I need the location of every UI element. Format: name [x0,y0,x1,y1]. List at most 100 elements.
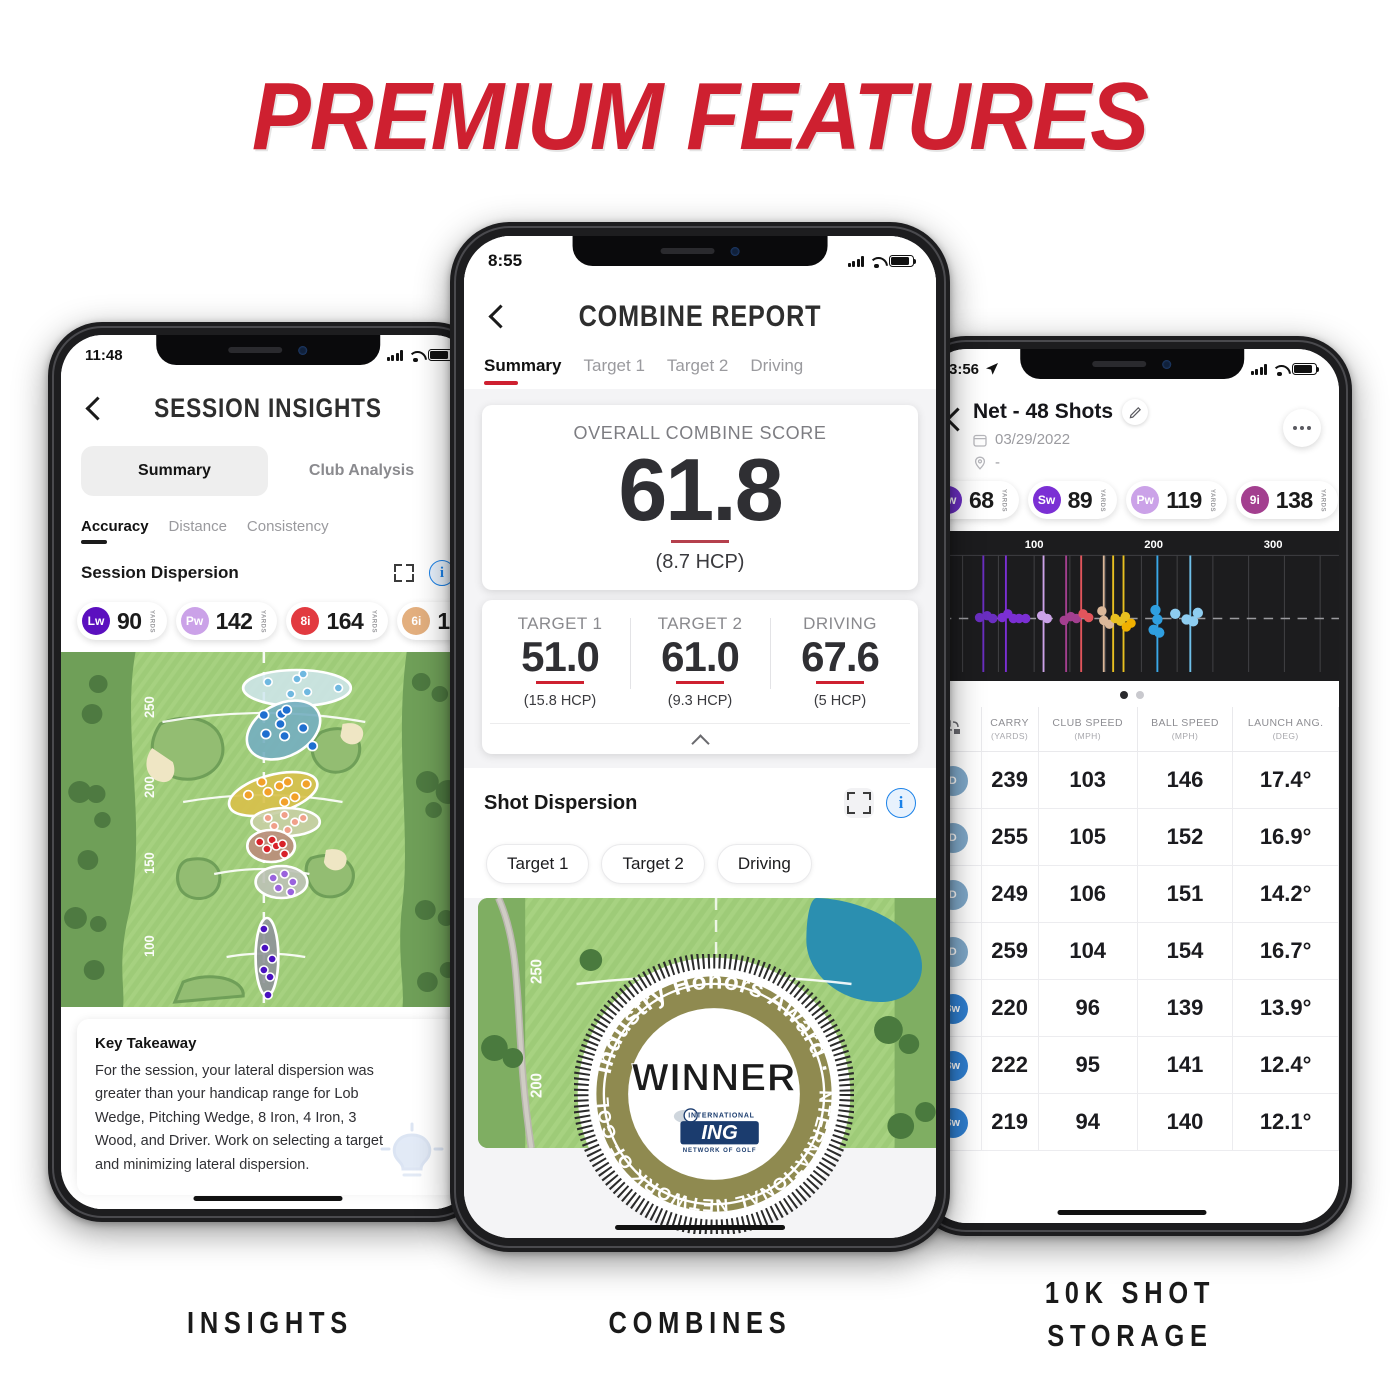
segment-club-analysis[interactable]: Club Analysis [268,446,455,496]
expand-icon[interactable] [391,560,417,586]
tab-distance[interactable]: Distance [169,518,227,544]
page-title-combine-report: COMBINE REPORT [578,300,822,333]
badge-logo-sub: NETWORK OF GOLF [683,1148,757,1154]
column-header-club-speed[interactable]: CLUB SPEED (MPH) [1038,707,1138,752]
club-badge: Sw [1032,486,1061,514]
overall-score-value: 61.8 [618,440,783,539]
session-place-row: - [973,454,1148,471]
club-pill-sw[interactable]: Sw 89 YARDS [1027,481,1118,519]
info-icon[interactable]: i [886,788,916,819]
dispersion-filter-chips[interactable]: Target 1 Target 2 Driving [464,830,936,898]
chip-target-2[interactable]: Target 2 [601,844,705,885]
cell-ball-speed: 141 [1137,1036,1234,1094]
breakdown-underline [816,681,864,685]
club-distance-unit: YARDS [259,609,266,633]
location-arrow-icon [986,363,999,375]
home-indicator[interactable] [193,1196,343,1201]
table-row[interactable]: D 259 104 154 16.7° [925,922,1339,980]
club-pill-8i[interactable]: 8i 164 YARDS [286,602,389,640]
club-pill-9i[interactable]: 9i 138 YARDS [1235,481,1338,519]
club-pill-pw[interactable]: Pw 142 YARDS [175,602,278,640]
club-pill-row[interactable]: Lw90YARDSPw142YARDS8i164YARDS6i182YARDS4 [61,598,475,652]
battery-icon [889,255,917,267]
tab-consistency[interactable]: Consistency [247,518,329,544]
shots-table[interactable]: CARRY (YARDS) CLUB SPEED (MPH) BALL SPEED (MP… [925,707,1339,1151]
earpiece-speaker [228,347,283,353]
caption-insights: INSIGHTS [187,1305,353,1340]
table-row[interactable]: D 239 103 146 17.4° [925,751,1339,809]
home-indicator[interactable] [615,1225,785,1230]
collapse-chevron-up-icon[interactable] [490,723,910,754]
home-indicator[interactable] [1057,1210,1207,1215]
svg-text:150: 150 [142,852,157,874]
tab-driving[interactable]: Driving [750,356,803,385]
cell-launch-angle: 16.7° [1232,922,1339,980]
front-camera [298,345,308,355]
notch [572,236,828,266]
badge-logo-top: INTERNATIONAL [688,1112,754,1119]
table-row[interactable]: 3w 219 94 140 12.1° [925,1093,1339,1151]
tab-target-1[interactable]: Target 1 [583,356,644,385]
breakdown-value: 51.0 [521,633,600,680]
column-header-launch-ang-[interactable]: LAUNCH ANG. (DEG) [1232,707,1339,752]
page-title: PREMIUM FEATURES [251,63,1149,170]
chip-target-1[interactable]: Target 1 [486,844,590,885]
svg-text:200: 200 [142,776,157,798]
club-pill-row[interactable]: Lw68YARDSSw89YARDSPw119YARDS9i138YARDS8 [925,471,1339,531]
svg-text:200: 200 [528,1073,545,1098]
club-pill-pw[interactable]: Pw 119 YARDS [1126,481,1227,519]
pencil-icon[interactable] [1122,399,1149,425]
column-header-carry[interactable]: CARRY (YARDS) [981,707,1039,752]
back-chevron-left-icon[interactable] [484,304,510,330]
table-row[interactable]: 3w 220 96 139 13.9° [925,979,1339,1037]
table-row[interactable]: D 249 106 151 14.2° [925,865,1339,923]
expand-icon[interactable] [844,788,874,819]
breakdown-label: TARGET 2 [657,614,743,633]
club-distance: 138 [1275,486,1313,513]
table-row[interactable]: 3w 222 95 141 12.4° [925,1036,1339,1094]
breakdown-label: TARGET 1 [517,614,603,633]
column-header-ball-speed[interactable]: BALL SPEED (MPH) [1137,707,1234,752]
cell-carry: 255 [981,808,1039,866]
segment-summary[interactable]: Summary [81,446,268,496]
key-takeaway-body: For the session, your lateral dispersion… [95,1063,383,1173]
award-badge: Industry Honors Award · · INTERNATIONAL … [568,938,856,1236]
section-title: Session Dispersion [81,563,239,582]
cell-ball-speed: 151 [1137,865,1234,923]
back-chevron-left-icon[interactable] [81,396,107,422]
shot-dispersion-chart[interactable]: 100 200 300 [925,531,1339,681]
table-header-row: CARRY (YARDS) CLUB SPEED (MPH) BALL SPEED (MP… [925,707,1339,752]
page-title-session-insights: SESSION INSIGHTS [154,393,382,423]
front-camera [730,246,740,256]
breakdown-driving: DRIVING 67.6 (5 HCP) [770,614,910,723]
section-header-shot-dispersion: Shot Dispersion i [464,768,936,831]
cell-launch-angle: 12.1° [1232,1093,1339,1151]
club-distance-unit: YARDS [370,609,377,633]
svg-text:300: 300 [1264,539,1283,551]
table-row[interactable]: D 255 105 152 16.9° [925,808,1339,866]
session-dispersion-course-map[interactable]: 250 200 150 100 [61,652,475,1007]
cell-club-speed: 105 [1038,808,1138,866]
club-badge: Pw [1131,486,1160,514]
cell-launch-angle: 12.4° [1232,1036,1339,1094]
calendar-icon [973,434,987,447]
status-time: 11:48 [85,346,123,364]
winner-seal-icon: Industry Honors Award · · INTERNATIONAL … [568,938,856,1236]
tab-summary[interactable]: Summary [484,356,561,385]
lightbulb-icon [380,1122,444,1177]
chip-driving[interactable]: Driving [716,844,812,885]
tab-target-2[interactable]: Target 2 [667,356,728,385]
cell-ball-speed: 154 [1137,922,1234,980]
caption-shot-storage: 10K SHOT STORAGE [966,1272,1294,1358]
score-underline [671,540,729,543]
session-place: - [995,454,1000,471]
carousel-page-dots[interactable] [925,681,1339,707]
breakdown-handicap: (5 HCP) [813,693,867,710]
club-distance-unit: YARDS [148,609,155,633]
cell-ball-speed: 140 [1137,1093,1234,1151]
more-options-icon[interactable] [1283,409,1321,447]
svg-text:250: 250 [142,696,157,718]
club-pill-lw[interactable]: Lw 90 YARDS [77,602,167,640]
tab-accuracy[interactable]: Accuracy [81,518,149,544]
cell-carry: 220 [981,979,1039,1037]
